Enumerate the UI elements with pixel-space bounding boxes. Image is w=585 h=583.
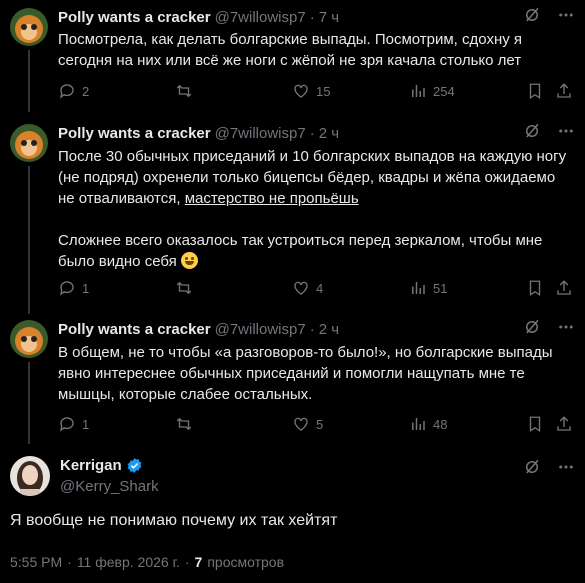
- handle[interactable]: @Kerry_Shark: [60, 478, 159, 495]
- like-button[interactable]: 4: [292, 276, 323, 300]
- tweet-header: Polly wants a cracker @7willowisp7 · 2 ч: [58, 122, 575, 144]
- tweet-header: Polly wants a cracker @7willowisp7 · 7 ч: [58, 6, 575, 28]
- views-button[interactable]: 254: [409, 79, 455, 103]
- like-icon: [294, 417, 308, 431]
- avatar[interactable]: [10, 124, 48, 162]
- grok-icon[interactable]: [523, 318, 541, 336]
- views-icon: [412, 85, 425, 97]
- reply-count: 2: [82, 83, 90, 99]
- retweet-icon: [176, 84, 192, 98]
- grok-icon[interactable]: [523, 6, 541, 24]
- like-icon: [294, 281, 308, 295]
- reply-icon: [59, 84, 74, 99]
- display-name[interactable]: Polly wants a cracker: [58, 9, 211, 26]
- views-button[interactable]: 48: [409, 412, 447, 436]
- tweet-text: Посмотрела, как делать болгарские выпады…: [58, 31, 523, 69]
- views-count: 51: [433, 280, 448, 296]
- retweet-button[interactable]: [175, 276, 199, 300]
- bookmark-icon: [529, 280, 541, 297]
- timestamp[interactable]: 2 ч: [319, 125, 339, 142]
- separator-dot: ·: [184, 554, 190, 570]
- separator-dot: ·: [309, 124, 315, 142]
- avatar[interactable]: [10, 456, 50, 496]
- avatar[interactable]: [10, 320, 48, 358]
- retweet-button[interactable]: [175, 412, 199, 436]
- thread-line: [28, 50, 30, 112]
- share-button[interactable]: [555, 412, 579, 436]
- tweet-link[interactable]: мастерство не пропьёшь: [185, 190, 359, 207]
- like-button[interactable]: 15: [292, 79, 330, 103]
- views-count: 254: [433, 83, 455, 99]
- views-icon: [412, 282, 425, 294]
- retweet-button[interactable]: [175, 79, 199, 103]
- like-count: 15: [316, 83, 331, 99]
- retweet-icon: [176, 281, 192, 295]
- handle[interactable]: @7willowisp7: [215, 9, 306, 26]
- tweet-header: Polly wants a cracker @7willowisp7 · 2 ч: [58, 318, 575, 340]
- display-name[interactable]: Polly wants a cracker: [58, 321, 211, 338]
- like-count: 4: [316, 280, 324, 296]
- reply-button[interactable]: 1: [58, 276, 89, 300]
- bookmark-button[interactable]: [526, 276, 550, 300]
- avatar[interactable]: [10, 8, 48, 46]
- tweet-date[interactable]: 11 февр. 2026 г.: [77, 554, 180, 570]
- handle[interactable]: @7willowisp7: [215, 321, 306, 338]
- share-button[interactable]: [555, 276, 579, 300]
- tweet-text: После 30 обычных приседаний и 10 болгарс…: [58, 146, 571, 272]
- share-icon: [557, 280, 571, 295]
- tweet-actions: 2 15 254: [58, 79, 573, 103]
- separator-dot: ·: [309, 8, 315, 26]
- like-button[interactable]: 5: [292, 412, 323, 436]
- reply-button[interactable]: 2: [58, 79, 89, 103]
- tweet[interactable]: Polly wants a cracker @7willowisp7 · 2 ч…: [0, 118, 585, 314]
- grok-icon[interactable]: [523, 122, 541, 140]
- tweet[interactable]: Polly wants a cracker @7willowisp7 · 2 ч…: [0, 314, 585, 444]
- main-tweet-text: Я вообще не понимаю почему их так хейтят: [10, 512, 338, 529]
- verified-icon: [127, 458, 142, 473]
- tweet-actions: 1 5 48: [58, 412, 573, 436]
- reply-icon: [59, 417, 74, 432]
- more-icon[interactable]: [557, 122, 575, 140]
- tweet-text-part: Сложнее всего оказалось так устроиться п…: [58, 232, 543, 270]
- display-name[interactable]: Polly wants a cracker: [58, 125, 211, 142]
- more-icon[interactable]: [557, 318, 575, 336]
- tweet[interactable]: Polly wants a cracker @7willowisp7 · 7 ч…: [0, 0, 585, 112]
- like-count: 5: [316, 416, 324, 432]
- separator-dot: ·: [309, 320, 315, 338]
- display-name[interactable]: Kerrigan: [60, 457, 122, 474]
- bookmark-button[interactable]: [526, 79, 550, 103]
- reply-count: 1: [82, 280, 90, 296]
- main-tweet: Kerrigan @Kerry_Shark Я вообще не понима…: [0, 448, 585, 583]
- more-icon[interactable]: [557, 6, 575, 24]
- reply-icon: [59, 281, 74, 296]
- share-button[interactable]: [555, 79, 579, 103]
- grok-icon[interactable]: [523, 458, 541, 476]
- views-icon: [412, 418, 425, 430]
- tweet-text: В общем, не то чтобы «а разговоров-то бы…: [58, 344, 553, 403]
- views-count: 7: [194, 554, 203, 570]
- bookmark-icon: [529, 416, 541, 433]
- thread-line: [28, 362, 30, 444]
- timestamp[interactable]: 2 ч: [319, 321, 339, 338]
- reply-count: 1: [82, 416, 90, 432]
- views-button[interactable]: 51: [409, 276, 447, 300]
- views-label: просмотров: [207, 554, 285, 570]
- tweet-meta: 5:55 PM · 11 февр. 2026 г. · 7 просмотро…: [10, 554, 284, 570]
- bookmark-button[interactable]: [526, 412, 550, 436]
- tweet-actions: 1 4 51: [58, 276, 573, 300]
- bookmark-icon: [529, 83, 541, 100]
- more-icon[interactable]: [557, 458, 575, 476]
- thread-line: [28, 166, 30, 314]
- timestamp[interactable]: 7 ч: [319, 9, 339, 26]
- views-count: 48: [433, 416, 448, 432]
- share-icon: [557, 416, 571, 431]
- retweet-icon: [176, 417, 192, 431]
- handle[interactable]: @7willowisp7: [215, 125, 306, 142]
- reply-button[interactable]: 1: [58, 412, 89, 436]
- like-icon: [294, 84, 308, 98]
- tweet-time[interactable]: 5:55 PM: [10, 554, 62, 570]
- share-icon: [557, 83, 571, 98]
- separator-dot: ·: [67, 554, 72, 570]
- emoji-grinning: [180, 252, 198, 269]
